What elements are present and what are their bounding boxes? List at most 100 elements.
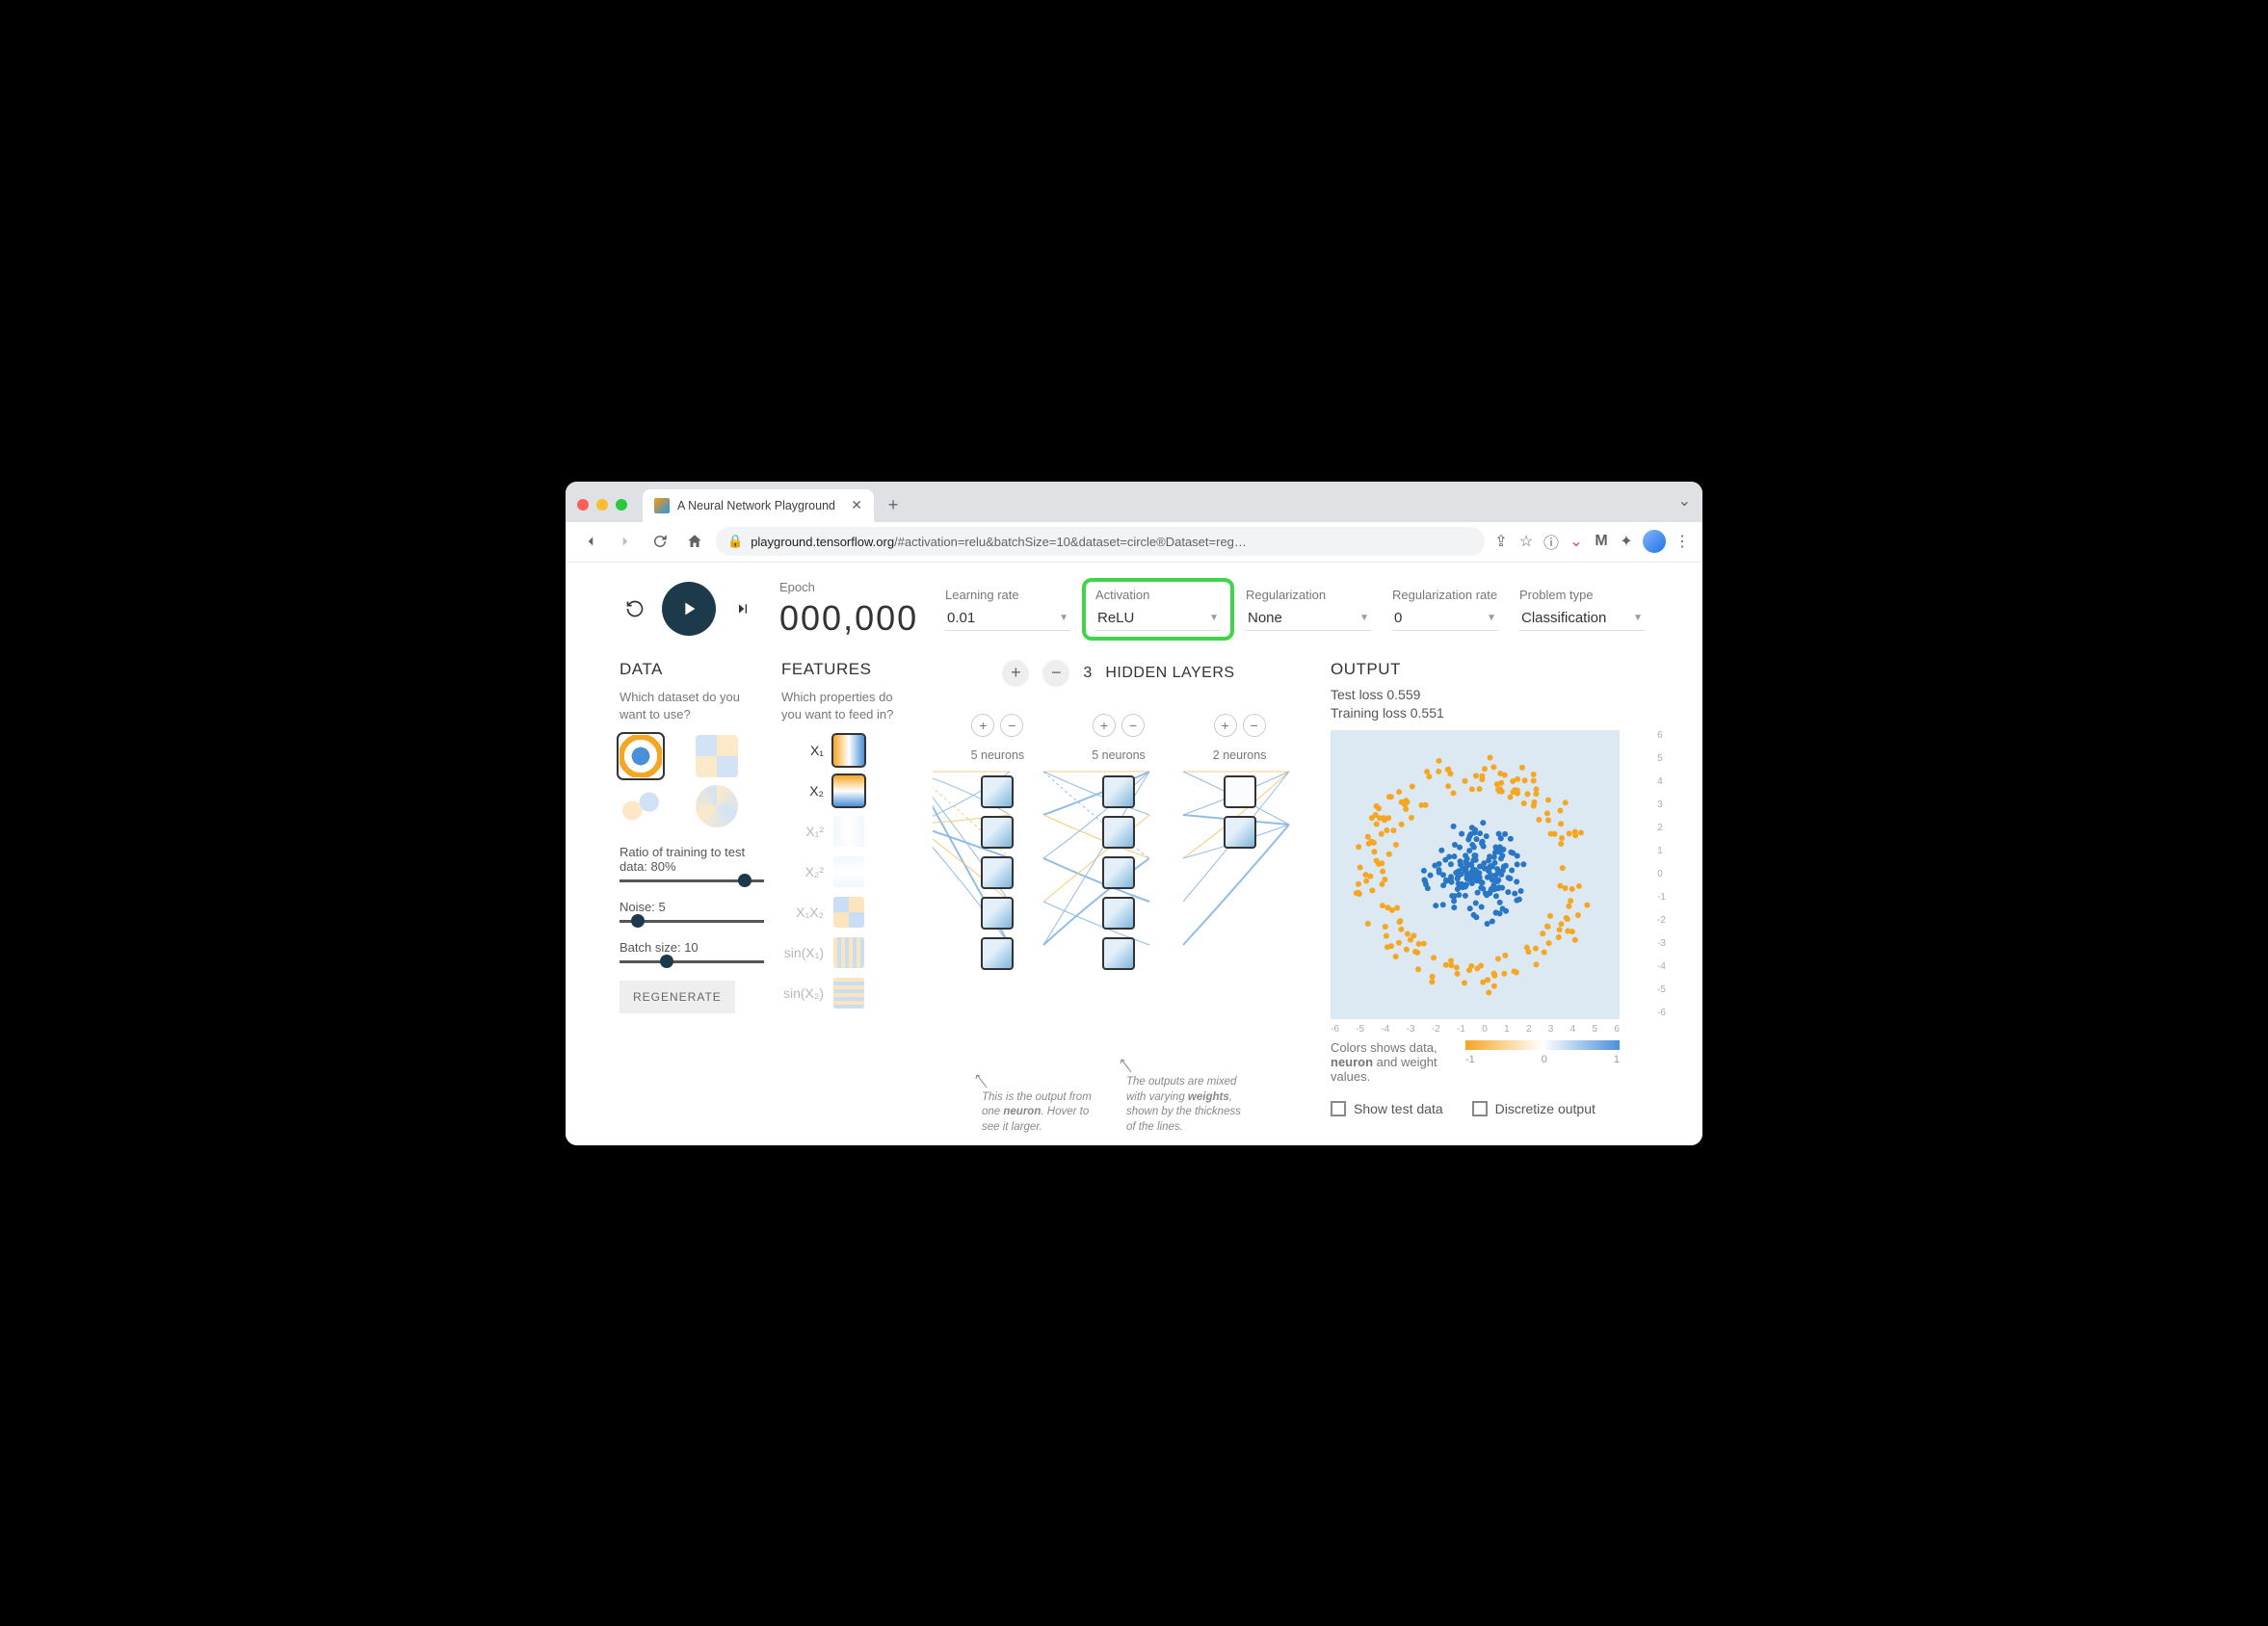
lock-icon: 🔒	[727, 534, 743, 549]
minimize-window-button[interactable]	[596, 499, 608, 511]
controls-row: Epoch 000,000 Learning rate 0.01▼ Activa…	[566, 563, 1702, 660]
add-neuron-button[interactable]: +	[1214, 714, 1237, 737]
neuron[interactable]	[1102, 937, 1135, 970]
mendeley-icon[interactable]: M	[1593, 533, 1610, 550]
browser-window: A Neural Network Playground ✕ + ⌄ 🔒 play…	[566, 482, 1702, 1145]
browser-tabbar: A Neural Network Playground ✕ + ⌄	[566, 482, 1702, 522]
play-button[interactable]	[662, 582, 716, 636]
page-content: Epoch 000,000 Learning rate 0.01▼ Activa…	[566, 563, 1702, 1145]
annotation-neuron: This is the output from one neuron. Hove…	[982, 1090, 1097, 1136]
feature-sin(X₁)[interactable]: sin(X₁)	[781, 937, 907, 968]
chevron-down-icon: ▼	[1633, 613, 1643, 623]
dataset-circle[interactable]	[620, 735, 662, 777]
add-neuron-button[interactable]: +	[971, 714, 994, 737]
neuron[interactable]	[1102, 775, 1135, 808]
ratio-slider[interactable]	[620, 879, 764, 882]
color-legend: Colors shows data, neuron and weight val…	[1331, 1040, 1648, 1084]
regularization-select[interactable]: Regularization None▼	[1246, 588, 1371, 631]
hidden-title: HIDDEN LAYERS	[1105, 665, 1234, 682]
batch-slider[interactable]	[620, 960, 764, 963]
layers-wrap: +−5 neurons+−5 neurons+−2 neurons	[971, 714, 1267, 970]
problem-type-select[interactable]: Problem type Classification▼	[1519, 588, 1645, 631]
dataset-gauss[interactable]	[620, 785, 662, 827]
neuron[interactable]	[1102, 816, 1135, 849]
dataset-spiral[interactable]	[696, 785, 738, 827]
learning-rate-select[interactable]: Learning rate 0.01▼	[945, 588, 1070, 631]
layer-2: +−2 neurons	[1213, 714, 1267, 970]
output-column: OUTPUT Test loss 0.559 Training loss 0.5…	[1331, 660, 1648, 1116]
extensions-icon[interactable]: ✦	[1618, 533, 1635, 550]
feature-X₁[interactable]: X₁	[781, 735, 907, 766]
home-button[interactable]	[681, 528, 708, 555]
output-heading: OUTPUT	[1331, 660, 1648, 679]
show-test-checkbox[interactable]: Show test data	[1331, 1101, 1443, 1116]
favicon	[654, 498, 670, 513]
neuron[interactable]	[1102, 856, 1135, 889]
maximize-window-button[interactable]	[616, 499, 627, 511]
data-subtext: Which dataset do you want to use?	[620, 689, 764, 723]
remove-neuron-button[interactable]: −	[1243, 714, 1266, 737]
epoch-value: 000,000	[779, 598, 924, 639]
activation-select[interactable]: Activation ReLU▼	[1095, 588, 1221, 631]
neuron[interactable]	[981, 816, 1014, 849]
feature-X₂²[interactable]: X₂²	[781, 856, 907, 887]
feature-X₁X₂[interactable]: X₁X₂	[781, 897, 907, 928]
close-tab-button[interactable]: ✕	[851, 497, 862, 513]
main-grid: DATA Which dataset do you want to use? R…	[566, 660, 1702, 1116]
output-plot-wrap: 6543210-1-2-3-4-5-6 -6-5-4-3-2-10123456	[1331, 730, 1648, 1019]
layer-1: +−5 neurons	[1092, 714, 1146, 970]
pocket-icon[interactable]: ⌄	[1568, 533, 1585, 550]
feature-X₁²[interactable]: X₁²	[781, 816, 907, 847]
chevron-down-icon: ▼	[1359, 613, 1369, 623]
data-heading: DATA	[620, 660, 764, 679]
address-bar[interactable]: 🔒 playground.tensorflow.org/#activation=…	[716, 527, 1485, 556]
info-icon[interactable]: ⓘ	[1543, 533, 1560, 550]
share-icon[interactable]: ⇪	[1492, 533, 1510, 550]
dataset-xor[interactable]	[696, 735, 738, 777]
add-neuron-button[interactable]: +	[1093, 714, 1116, 737]
train-loss: Training loss 0.551	[1331, 705, 1648, 721]
features-subtext: Which properties do you want to feed in?	[781, 689, 907, 723]
y-axis-ticks: 6543210-1-2-3-4-5-6	[1657, 730, 1666, 1019]
chevron-down-icon: ▼	[1487, 613, 1496, 623]
reset-button[interactable]	[620, 593, 650, 624]
arrow-icon	[1117, 1058, 1136, 1077]
step-button[interactable]	[727, 593, 758, 624]
neuron[interactable]	[1102, 897, 1135, 930]
neuron[interactable]	[981, 897, 1014, 930]
add-layer-button[interactable]: +	[1002, 660, 1029, 687]
profile-avatar[interactable]	[1643, 530, 1666, 553]
menu-icon[interactable]: ⋮	[1674, 533, 1691, 550]
neuron[interactable]	[1224, 816, 1256, 849]
discretize-checkbox[interactable]: Discretize output	[1472, 1101, 1596, 1116]
browser-tab[interactable]: A Neural Network Playground ✕	[643, 489, 874, 522]
reg-rate-select[interactable]: Regularization rate 0▼	[1392, 588, 1498, 631]
close-window-button[interactable]	[577, 499, 589, 511]
scatter-svg	[1331, 730, 1620, 1019]
neuron[interactable]	[981, 937, 1014, 970]
annotation-weights: The outputs are mixed with varying weigh…	[1126, 1075, 1242, 1135]
tabs-menu-button[interactable]: ⌄	[1678, 491, 1691, 511]
remove-neuron-button[interactable]: −	[1000, 714, 1023, 737]
forward-button[interactable]	[612, 528, 639, 555]
reload-button[interactable]	[646, 528, 673, 555]
remove-layer-button[interactable]: −	[1042, 660, 1069, 687]
noise-slider[interactable]	[620, 920, 764, 923]
data-column: DATA Which dataset do you want to use? R…	[620, 660, 764, 1116]
new-tab-button[interactable]: +	[880, 492, 907, 519]
hidden-layers-column: + − 3 HIDDEN LAYERS	[924, 660, 1313, 1116]
remove-neuron-button[interactable]: −	[1121, 714, 1145, 737]
back-button[interactable]	[577, 528, 604, 555]
activation-highlight: Activation ReLU▼	[1082, 578, 1234, 641]
feature-sin(X₂)[interactable]: sin(X₂)	[781, 978, 907, 1009]
playback-group	[620, 582, 758, 636]
gradient-bar	[1465, 1040, 1620, 1050]
window-controls	[577, 499, 627, 511]
bookmark-icon[interactable]: ☆	[1517, 533, 1535, 550]
regenerate-button[interactable]: REGENERATE	[620, 981, 735, 1013]
feature-X₂[interactable]: X₂	[781, 775, 907, 806]
neuron[interactable]	[1224, 775, 1256, 808]
neuron[interactable]	[981, 775, 1014, 808]
neuron[interactable]	[981, 856, 1014, 889]
arrow-icon	[972, 1073, 991, 1092]
